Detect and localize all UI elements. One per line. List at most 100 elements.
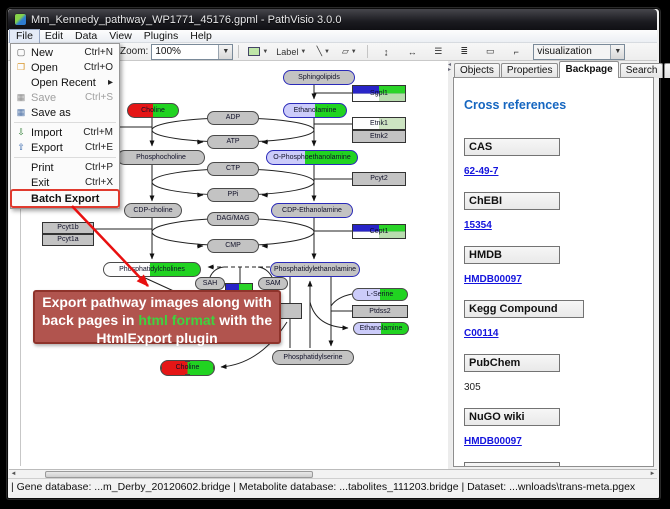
menu-item-label: Exit <box>31 177 85 189</box>
xref-header: PubChem <box>464 354 560 372</box>
annotation-callout: Export pathway images along with back pa… <box>33 290 281 344</box>
menu-shortcut: Ctrl+X <box>85 177 119 188</box>
scroll-left-icon[interactable]: ◄ <box>9 471 18 478</box>
xref-header: ChEBI <box>464 192 560 210</box>
selection-handle[interactable] <box>185 360 190 362</box>
tab-properties[interactable]: Properties <box>501 63 559 78</box>
xref-section-chebi: ChEBI 15354 <box>464 192 643 233</box>
menu-item-label: Print <box>31 162 85 174</box>
annotation-highlight: html format <box>138 312 215 328</box>
node-cept1[interactable]: Cept1 <box>352 224 406 239</box>
file-menu-item-save[interactable]: ▦SaveCtrl+S <box>11 90 119 105</box>
xref-section-hmdb: HMDB HMDB00097 <box>464 246 643 287</box>
node-sah[interactable]: SAH <box>195 277 225 290</box>
node-phosphatidylethanolamine[interactable]: Phosphatidylethanolamine <box>270 262 360 277</box>
open-icon: ❐ <box>11 62 31 73</box>
node-sam[interactable]: SAM <box>258 277 288 290</box>
xref-link[interactable]: HMDB00097 <box>464 436 522 447</box>
xref-header: CAS <box>464 138 560 156</box>
status-bar: | Gene database: ...m_Derby_20120602.bri… <box>8 478 657 494</box>
menu-shortcut: Ctrl+N <box>84 47 119 58</box>
menu-shortcut: Ctrl+S <box>85 92 119 103</box>
file-menu-item-open-recent[interactable]: Open Recent▸ <box>11 75 119 90</box>
selection-handle[interactable] <box>213 360 215 362</box>
tab-search[interactable]: Search <box>620 63 664 78</box>
file-menu-item-new[interactable]: ▢NewCtrl+N <box>11 45 119 60</box>
scrollbar-thumb[interactable] <box>45 471 313 478</box>
file-menu-item-exit[interactable]: ExitCtrl+X <box>11 175 119 190</box>
node-dag-mag[interactable]: DAG/MAG <box>207 212 259 226</box>
node-sgpl1[interactable]: Sgpl1 <box>352 85 406 102</box>
xref-header: Kegg Compound <box>464 300 584 318</box>
tab-legend[interactable]: Legend <box>664 63 670 78</box>
saveas-icon: ▦ <box>11 107 31 118</box>
side-panel-tabs: ObjectsPropertiesBackpageSearchLegend <box>454 62 670 78</box>
node-pcyt1a[interactable]: Pcyt1a <box>42 234 94 246</box>
xref-link[interactable]: C00114 <box>464 328 498 339</box>
menu-shortcut: Ctrl+E <box>85 142 119 153</box>
xref-link[interactable]: 15354 <box>464 220 492 231</box>
node-cdp-choline[interactable]: CDP-choline <box>124 203 182 218</box>
xref-header: HMDB <box>464 246 560 264</box>
menu-separator <box>14 157 116 158</box>
menu-item-label: Export <box>31 142 85 154</box>
node-etnk1[interactable]: Etnk1 <box>352 117 406 130</box>
node-choline[interactable]: Choline <box>160 360 215 376</box>
selection-handle[interactable] <box>160 374 162 376</box>
file-menu-item-save-as[interactable]: ▦Save as <box>11 105 119 120</box>
node-phosphocholine[interactable]: Phosphocholine <box>117 150 205 165</box>
node-cdp-ethanolamine[interactable]: CDP-Ethanolamine <box>271 203 353 218</box>
cross-references-heading: Cross references <box>464 98 643 112</box>
side-panel: ObjectsPropertiesBackpageSearchLegend Cr… <box>452 61 657 469</box>
node-phosphatidylcholines[interactable]: Phosphatidylcholines <box>103 262 201 277</box>
node-ethanolamine[interactable]: Ethanolamine <box>353 322 409 335</box>
xref-header: NuGO wiki <box>464 408 560 426</box>
xref-section-cas: CAS 62-49-7 <box>464 138 643 179</box>
menu-item-label: Import <box>31 127 83 139</box>
tab-objects[interactable]: Objects <box>454 63 500 78</box>
xref-header: Wikipedia <box>464 462 560 467</box>
selection-handle[interactable] <box>160 360 162 362</box>
menu-item-label: Save as <box>31 107 113 119</box>
selection-handle[interactable] <box>213 374 215 376</box>
node-ptdss2[interactable]: Ptdss2 <box>352 305 408 318</box>
file-menu-item-open[interactable]: ❐OpenCtrl+O <box>11 60 119 75</box>
tab-backpage[interactable]: Backpage <box>559 61 618 78</box>
file-menu-item-export[interactable]: ⇧ExportCtrl+E <box>11 140 119 155</box>
xref-section-pubchem: PubChem305 <box>464 354 643 395</box>
node-cmp[interactable]: CMP <box>207 239 259 253</box>
node-phosphatidylserine[interactable]: Phosphatidylserine <box>272 350 354 365</box>
horizontal-scrollbar[interactable]: ◄ ► <box>9 469 657 478</box>
node-etnk2[interactable]: Etnk2 <box>352 130 406 143</box>
selection-handle[interactable] <box>160 365 162 370</box>
import-icon: ⇩ <box>11 127 31 138</box>
xref-link[interactable]: HMDB00097 <box>464 274 522 285</box>
node-choline[interactable]: Choline <box>127 103 179 118</box>
file-menu-item-import[interactable]: ⇩ImportCtrl+M <box>11 125 119 140</box>
node-ethanolamine[interactable]: Ethanolamine <box>283 103 347 118</box>
submenu-arrow-icon: ▸ <box>108 77 119 88</box>
xref-link[interactable]: 62-49-7 <box>464 166 498 177</box>
node-atp[interactable]: ATP <box>207 135 259 149</box>
node-ctp[interactable]: CTP <box>207 162 259 176</box>
node-ppi[interactable]: PPi <box>207 188 259 202</box>
gene-box-hidden[interactable] <box>278 303 302 319</box>
file-menu-item-print[interactable]: PrintCtrl+P <box>11 160 119 175</box>
xref-section-wikipedia: WikipediaCholine <box>464 462 643 467</box>
file-menu-item-batch-export[interactable]: Batch Export <box>11 190 119 207</box>
node-o-phosphoethanolamine[interactable]: O-Phosphoethanolamine <box>266 150 358 165</box>
node-pcyt2[interactable]: Pcyt2 <box>352 172 406 186</box>
node-adp[interactable]: ADP <box>207 111 259 125</box>
selection-handle[interactable] <box>213 365 215 370</box>
menu-item-label: Batch Export <box>31 193 113 205</box>
menu-item-label: Save <box>31 92 85 104</box>
node-sphingolipids[interactable]: Sphingolipids <box>283 70 355 85</box>
menu-item-label: Open <box>31 62 84 74</box>
scroll-right-icon[interactable]: ► <box>648 471 657 478</box>
node-l-serine[interactable]: L-Serine <box>352 288 408 301</box>
cross-reference-sections: CAS 62-49-7 ChEBI 15354 HMDB HMDB00097 Kegg Co… <box>464 138 643 467</box>
xref-section-nugo-wiki: NuGO wiki HMDB00097 <box>464 408 643 449</box>
menu-shortcut: Ctrl+M <box>83 127 119 138</box>
selection-handle[interactable] <box>185 374 190 376</box>
node-pcyt1b[interactable]: Pcyt1b <box>42 222 94 234</box>
